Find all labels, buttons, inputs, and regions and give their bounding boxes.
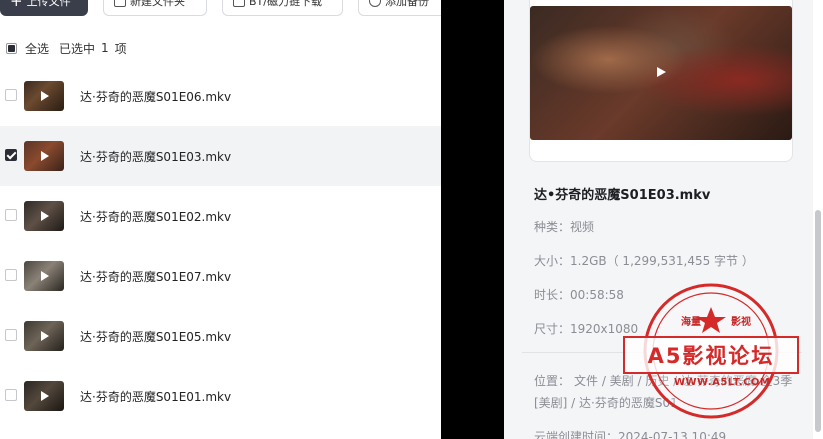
selection-bar: 全选 已选中 1 项: [6, 39, 127, 57]
file-list: 达·芬奇的恶魔S01E06.mkv 达·芬奇的恶魔S01E03.mkv 达·芬奇…: [0, 66, 441, 426]
new-folder-button[interactable]: 新建文件夹: [103, 0, 207, 16]
play-icon: [41, 271, 49, 281]
detail-title: 达•芬奇的恶魔S01E03.mkv: [534, 188, 711, 203]
play-icon: [41, 211, 49, 221]
select-all-checkbox[interactable]: [6, 42, 17, 54]
selected-unit: 项: [114, 41, 127, 56]
file-row[interactable]: 达·芬奇的恶魔S01E03.mkv: [0, 126, 441, 186]
bt-download-label: BT/磁力链下载: [249, 0, 322, 8]
file-name: 达·芬奇的恶魔S01E02.mkv: [80, 210, 232, 224]
add-backup-label: 添加备份: [385, 0, 429, 8]
row-checkbox[interactable]: [5, 329, 17, 341]
file-row[interactable]: 达·芬奇的恶魔S01E05.mkv: [0, 306, 441, 366]
refresh-icon: [369, 0, 381, 7]
file-list-pane: + 上传文件 新建文件夹 BT/磁力链下载 添加备份 全选 已选中 1 项 达·…: [0, 0, 441, 439]
selected-label: 已选中: [59, 41, 96, 56]
file-name: 达·芬奇的恶魔S01E01.mkv: [80, 390, 232, 404]
detail-size: 大小：1.2GB（ 1,299,531,455 字节 ）: [534, 254, 754, 268]
watermark-caption: A5影视论坛: [623, 336, 799, 374]
file-name: 达·芬奇的恶魔S01E03.mkv: [80, 150, 232, 164]
preview-image[interactable]: [530, 6, 792, 140]
watermark-left-word: 海量: [681, 317, 701, 328]
play-icon[interactable]: [657, 67, 666, 77]
row-checkbox[interactable]: [5, 89, 17, 101]
file-name: 达·芬奇的恶魔S01E06.mkv: [80, 90, 232, 104]
watermark-right-word: 影视: [731, 317, 751, 328]
file-name: 达·芬奇的恶魔S01E05.mkv: [80, 330, 232, 344]
add-backup-button[interactable]: 添加备份: [358, 0, 441, 16]
detail-type: 种类：视频: [534, 220, 595, 234]
magnet-icon: [233, 0, 245, 7]
selected-count: 1: [101, 41, 109, 55]
upload-button[interactable]: + 上传文件: [0, 0, 88, 16]
detail-created: 云端创建时间：2024-07-13 10:49: [534, 430, 727, 439]
play-icon: [41, 331, 49, 341]
upload-label: 上传文件: [26, 0, 71, 8]
file-row[interactable]: 达·芬奇的恶魔S01E07.mkv: [0, 246, 441, 306]
bt-download-button[interactable]: BT/磁力链下载: [222, 0, 343, 16]
row-checkbox[interactable]: [5, 389, 17, 401]
play-icon: [41, 391, 49, 401]
scrollbar-thumb[interactable]: [815, 210, 821, 432]
path-label: 位置：: [534, 374, 571, 388]
row-checkbox[interactable]: [5, 209, 17, 221]
row-checkbox[interactable]: [5, 149, 17, 161]
file-row[interactable]: 达·芬奇的恶魔S01E02.mkv: [0, 186, 441, 246]
play-icon: [41, 91, 49, 101]
video-thumbnail: [24, 261, 64, 291]
file-row[interactable]: 达·芬奇的恶魔S01E01.mkv: [0, 366, 441, 426]
folder-plus-icon: [114, 0, 126, 7]
new-folder-label: 新建文件夹: [130, 0, 185, 8]
video-thumbnail: [24, 381, 64, 411]
toolbar: + 上传文件 新建文件夹 BT/磁力链下载 添加备份: [0, 0, 441, 16]
file-row[interactable]: 达·芬奇的恶魔S01E06.mkv: [0, 66, 441, 126]
detail-duration: 时长：00:58:58: [534, 288, 624, 302]
video-thumbnail: [24, 141, 64, 171]
video-thumbnail: [24, 201, 64, 231]
video-thumbnail: [24, 321, 64, 351]
play-icon: [41, 151, 49, 161]
viewer-backdrop: [441, 0, 504, 439]
file-name: 达·芬奇的恶魔S01E07.mkv: [80, 270, 232, 284]
detail-dimensions: 尺寸：1920x1080: [534, 322, 639, 336]
select-all-label[interactable]: 全选: [25, 40, 49, 57]
watermark-url: WWW.A5LT.COM: [674, 377, 771, 388]
row-checkbox[interactable]: [5, 269, 17, 281]
video-thumbnail: [24, 81, 64, 111]
plus-icon: +: [10, 0, 23, 10]
